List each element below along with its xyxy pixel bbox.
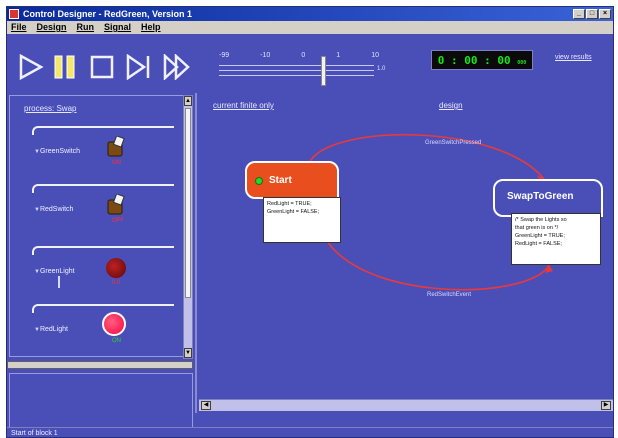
menu-file[interactable]: File (11, 21, 27, 34)
speed-end-label: 1.0 (377, 66, 386, 72)
io-list: process: Swap GreenSwitch ON RedSwitch O… (9, 95, 185, 357)
slider-rail (219, 70, 374, 71)
io-label[interactable]: RedLight (34, 326, 68, 333)
speed-tick: 1 (336, 52, 341, 59)
view-results-link[interactable]: view results (555, 54, 592, 61)
timer-unit: 000 (517, 60, 527, 66)
speed-ticks: -99 -10 0 1 10 (219, 52, 379, 62)
pane-splitter[interactable] (7, 361, 193, 369)
io-panel-title[interactable]: process: Swap (24, 104, 76, 113)
scroll-thumb[interactable] (185, 108, 191, 298)
menu-help[interactable]: Help (141, 21, 161, 34)
io-item-greenswitch[interactable]: GreenSwitch ON (32, 126, 184, 178)
speed-tick: -10 (260, 52, 271, 59)
speed-slider[interactable]: -99 -10 0 1 10 1.0 (219, 52, 385, 86)
fast-forward-button[interactable] (163, 54, 191, 80)
state-name: SwapToGreen (507, 191, 574, 202)
step-button[interactable] (125, 54, 153, 80)
io-frame (32, 126, 174, 135)
switch-icon[interactable] (106, 194, 126, 216)
speed-tick: -99 (219, 52, 230, 59)
io-item-redswitch[interactable]: RedSwitch OFF (32, 184, 184, 236)
app-window: Control Designer - RedGreen, Version 1 _… (6, 6, 614, 438)
slider-rail (219, 65, 374, 66)
play-button[interactable] (17, 54, 45, 80)
scroll-left-icon[interactable]: ◀ (201, 401, 211, 410)
stop-button[interactable] (89, 54, 117, 80)
menu-design[interactable]: Design (37, 21, 67, 34)
state-note[interactable]: /* Swap the Lights so that green is on *… (511, 213, 601, 265)
timer-value: 0 : 00 : 00 (437, 54, 511, 67)
menu-bar: File Design Run Signal Help (7, 21, 613, 34)
timer-display: 0 : 00 : 00 000 (431, 50, 533, 70)
canvas-scrollbar[interactable]: ◀ ▶ (199, 399, 613, 411)
io-frame (32, 184, 174, 193)
io-value: ON (112, 338, 121, 344)
pause-button[interactable] (51, 54, 79, 80)
switch-icon[interactable] (106, 136, 126, 158)
state-note[interactable]: RedLight = TRUE; GreenLight = FALSE; (263, 197, 341, 243)
io-value: ON (112, 160, 121, 166)
secondary-pane (9, 373, 193, 429)
state-swaptogreen[interactable]: SwapToGreen (493, 179, 603, 217)
io-scrollbar[interactable]: ▲ ▼ (183, 95, 193, 359)
app-icon (9, 9, 19, 19)
speed-tick: 10 (371, 52, 379, 59)
design-canvas[interactable]: current finite only design GreenSwitchPr… (199, 93, 613, 413)
io-label[interactable]: RedSwitch (34, 206, 73, 213)
scroll-up-icon[interactable]: ▲ (184, 96, 192, 106)
toolbar: -99 -10 0 1 10 1.0 0 : 00 : 00 000 view … (7, 34, 613, 92)
io-label[interactable]: GreenLight (34, 268, 75, 275)
scroll-down-icon[interactable]: ▼ (184, 348, 192, 358)
edge-label[interactable]: RedSwitchEvent (427, 292, 471, 298)
speed-tick: 0 (301, 52, 306, 59)
io-frame (32, 246, 174, 255)
value-bar (58, 276, 60, 288)
io-panel: process: Swap GreenSwitch ON RedSwitch O… (7, 93, 197, 429)
menu-signal[interactable]: Signal (104, 21, 131, 34)
minimize-icon[interactable]: _ (573, 9, 585, 19)
close-icon[interactable]: × (599, 9, 611, 19)
io-label[interactable]: GreenSwitch (34, 148, 80, 155)
window-controls: _ □ × (573, 9, 611, 19)
state-start[interactable]: Start (245, 161, 339, 199)
light-off-icon (106, 258, 126, 278)
window-title: Control Designer - RedGreen, Version 1 (23, 9, 193, 19)
slider-rail (219, 75, 374, 76)
io-item-greenlight[interactable]: GreenLight 0.0 (32, 246, 184, 298)
slider-thumb[interactable] (321, 56, 326, 86)
status-text: Start of block 1 (11, 430, 58, 437)
io-value: OFF (112, 218, 124, 224)
menu-run[interactable]: Run (77, 21, 95, 34)
light-on-icon (102, 312, 126, 336)
edge-label[interactable]: GreenSwitchPressed (425, 140, 481, 146)
scroll-right-icon[interactable]: ▶ (601, 401, 611, 410)
maximize-icon[interactable]: □ (586, 9, 598, 19)
title-bar: Control Designer - RedGreen, Version 1 _… (7, 7, 613, 21)
status-bar: Start of block 1 (7, 427, 613, 437)
active-state-icon (255, 177, 263, 185)
io-value: 0.0 (112, 280, 121, 286)
io-item-redlight[interactable]: RedLight ON (32, 304, 184, 356)
state-name: Start (269, 175, 292, 186)
io-frame (32, 304, 174, 313)
